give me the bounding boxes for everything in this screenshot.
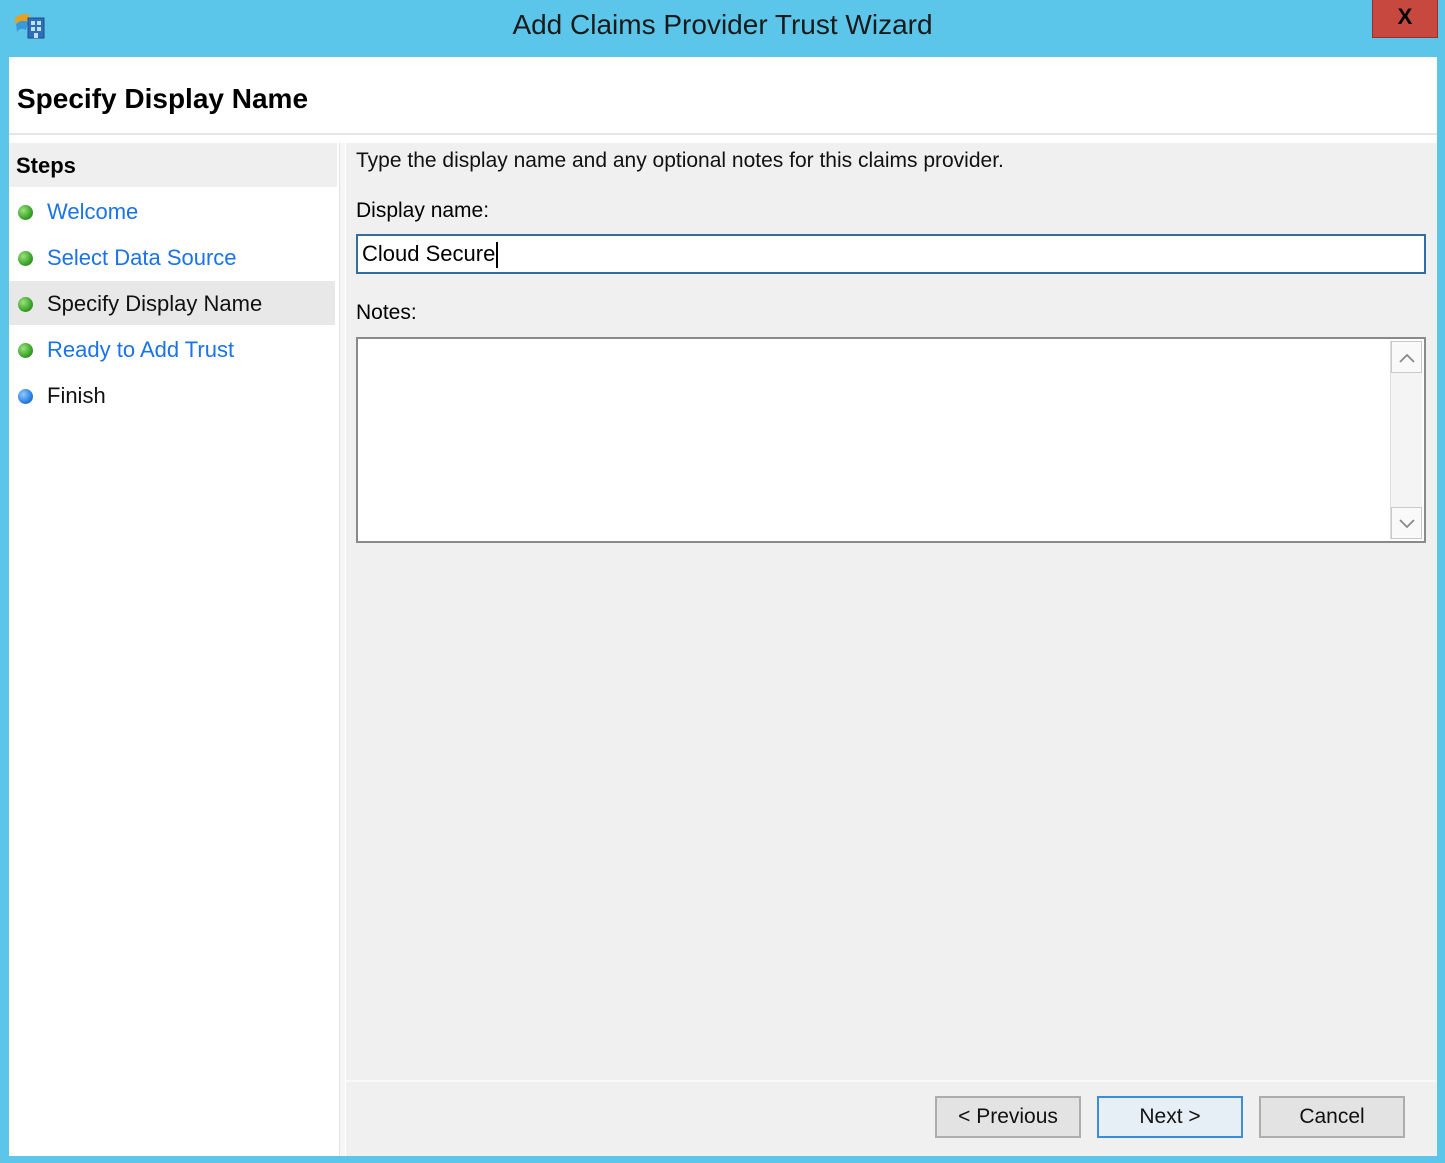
next-button[interactable]: Next > [1097,1096,1243,1138]
step-current-icon [18,297,33,312]
notes-label: Notes: [356,301,417,324]
chevron-up-icon [1398,353,1415,363]
wizard-window: Specify Display Name Steps Welcome Selec… [9,57,1437,1156]
display-name-value: Cloud Secure [362,241,496,266]
window-title: Add Claims Provider Trust Wizard [512,9,933,40]
step-label[interactable]: Welcome [47,199,138,225]
steps-panel: Steps Welcome Select Data Source Specify… [9,143,337,1156]
step-completed-icon [18,251,33,266]
steps-heading: Steps [16,153,76,178]
page-title: Specify Display Name [17,83,309,114]
step-label[interactable]: Select Data Source [47,245,237,271]
step-ready-to-add-trust[interactable]: Ready to Add Trust [9,327,335,371]
chevron-down-icon [1398,519,1415,529]
instructions-text: Type the display name and any optional n… [356,149,1004,172]
display-name-label: Display name: [356,199,490,222]
button-bar: < Previous Next > Cancel [346,1080,1437,1156]
step-completed-icon [18,343,33,358]
display-name-input[interactable]: Cloud Secure [356,234,1426,274]
step-select-data-source[interactable]: Select Data Source [9,235,335,279]
step-label: Specify Display Name [47,291,263,316]
close-button[interactable]: X [1372,0,1438,38]
content-panel: Type the display name and any optional n… [346,143,1437,1156]
notes-textarea[interactable] [356,337,1426,543]
previous-button[interactable]: < Previous [935,1096,1081,1138]
step-completed-icon [18,205,33,220]
step-label: Finish [47,383,106,408]
notes-scrollbar[interactable] [1390,341,1422,539]
step-finish: Finish [9,373,335,417]
step-pending-icon [18,389,33,404]
text-caret [496,242,499,269]
scroll-up-button[interactable] [1391,341,1422,373]
wizard-header: Specify Display Name [9,57,1437,135]
step-specify-display-name: Specify Display Name [9,281,335,325]
scroll-down-button[interactable] [1391,507,1422,539]
cancel-button[interactable]: Cancel [1259,1096,1405,1138]
panel-divider [339,143,345,1156]
title-bar[interactable]: Add Claims Provider Trust Wizard X [0,0,1445,56]
steps-header: Steps [9,143,337,187]
step-welcome[interactable]: Welcome [9,189,335,233]
step-label[interactable]: Ready to Add Trust [47,337,234,363]
